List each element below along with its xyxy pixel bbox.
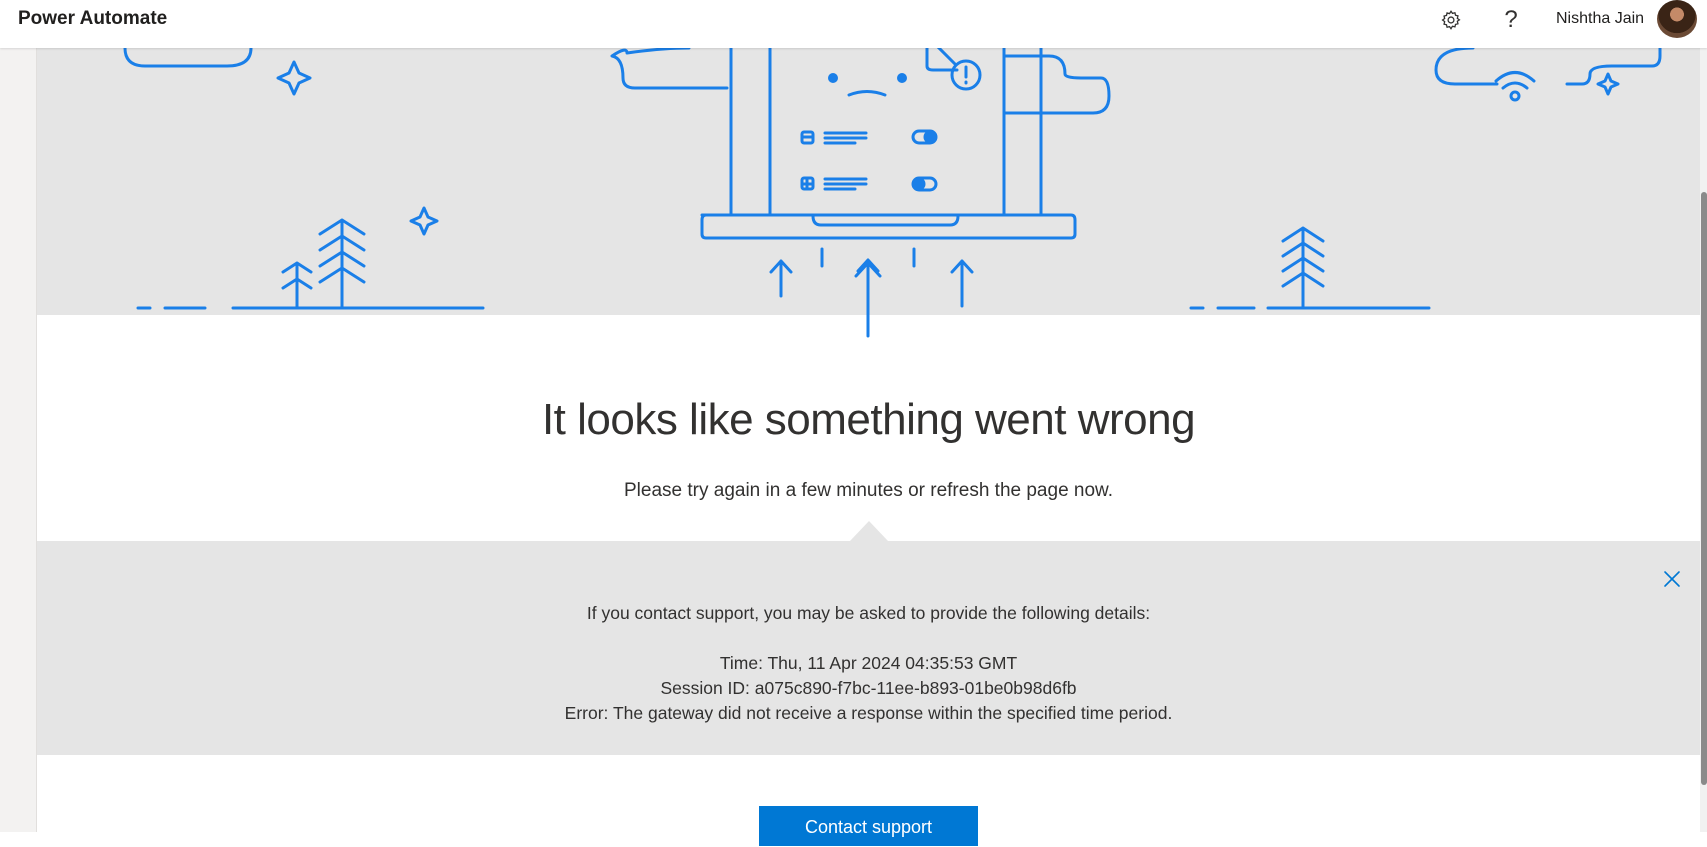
error-headline: It looks like something went wrong <box>541 395 1196 444</box>
settings-button[interactable] <box>1437 6 1465 34</box>
error-illustration <box>37 48 1700 315</box>
scrollbar-thumb[interactable] <box>1701 192 1707 785</box>
gear-icon <box>1441 10 1461 30</box>
close-details-button[interactable] <box>1662 569 1686 593</box>
user-name[interactable]: Nishtha Jain <box>1556 0 1644 38</box>
top-bar: Power Automate ? Nishtha Jain <box>0 0 1707 48</box>
app-title[interactable]: Power Automate <box>18 0 167 38</box>
close-icon <box>1664 571 1680 587</box>
details-pointer <box>850 521 888 541</box>
details-intro: If you contact support, you may be asked… <box>586 603 1151 623</box>
left-rail <box>0 48 37 832</box>
avatar[interactable] <box>1657 0 1697 38</box>
details-time: Time: Thu, 11 Apr 2024 04:35:53 GMT <box>719 653 1018 673</box>
details-error: Error: The gateway did not receive a res… <box>564 703 1173 723</box>
details-session-id: Session ID: a075c890-f7bc-11ee-b893-01be… <box>660 678 1077 698</box>
error-subtext: Please try again in a few minutes or ref… <box>624 480 1113 501</box>
help-button[interactable]: ? <box>1497 6 1525 34</box>
contact-support-button[interactable]: Contact support <box>759 806 978 846</box>
support-details-panel: If you contact support, you may be asked… <box>37 541 1700 755</box>
